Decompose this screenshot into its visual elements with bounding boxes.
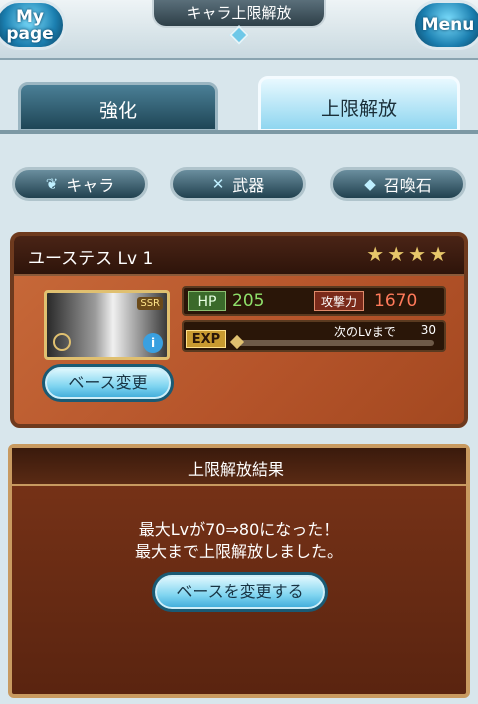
attack-value: 1670 <box>374 291 418 311</box>
exp-row: EXP 次のLvまで 30 <box>182 320 446 352</box>
hp-value: 205 <box>232 291 265 311</box>
tab-divider <box>0 130 478 134</box>
next-level-label: 次のLvまで <box>334 325 396 339</box>
result-title: 上限解放結果 <box>188 460 285 479</box>
filter-weapon-button[interactable]: ✕ 武器 <box>170 167 306 201</box>
element-icon <box>53 333 71 351</box>
result-panel-header: 上限解放結果 <box>12 448 466 486</box>
filter-weapon-label: 武器 <box>232 176 265 195</box>
crystal-icon: ◆ <box>364 175 376 193</box>
info-icon[interactable]: i <box>143 333 163 353</box>
character-name-level: ユーステス Lv 1 <box>28 249 154 269</box>
filter-character-label: キャラ <box>66 176 115 195</box>
result-message-line1: 最大Lvが70⇒80になった！ <box>138 520 340 539</box>
exp-bar-marker-icon <box>229 334 245 350</box>
filter-summon-button[interactable]: ◆ 召喚石 <box>330 167 466 201</box>
result-panel: 上限解放結果 最大Lvが70⇒80になった！ 最大まで上限解放しました。 ベース… <box>8 444 470 698</box>
crossed-swords-icon: ✕ <box>211 175 225 193</box>
result-message-line2: 最大まで上限解放しました。 <box>134 542 343 561</box>
menu-button[interactable]: Menu <box>412 0 478 50</box>
page-title: キャラ上限解放 <box>152 0 326 28</box>
filter-character-button[interactable]: ❦ キャラ <box>12 167 148 201</box>
attack-label: 攻撃力 <box>314 291 364 311</box>
stats-row: HP 205 攻撃力 1670 <box>182 286 446 316</box>
filter-summon-label: 召喚石 <box>383 176 432 195</box>
hp-label: HP <box>188 291 226 311</box>
base-change-button[interactable]: ベース変更 <box>42 364 174 402</box>
tab-enhance[interactable]: 強化 <box>18 82 218 132</box>
exp-bar <box>236 340 434 346</box>
character-card-header: ユーステス Lv 1 ★★★★ <box>14 236 464 276</box>
character-portrait[interactable]: SSR i <box>44 290 170 360</box>
wing-icon: ❦ <box>45 175 59 193</box>
mypage-button[interactable]: My page <box>0 0 66 50</box>
rarity-badge: SSR <box>137 297 163 310</box>
tab-limit-break[interactable]: 上限解放 <box>258 76 460 132</box>
uncap-stars: ★★★★ <box>366 242 450 266</box>
character-card: ユーステス Lv 1 ★★★★ SSR i HP 205 攻撃力 1670 EX… <box>10 232 468 428</box>
exp-label: EXP <box>186 330 226 348</box>
change-base-button[interactable]: ベースを変更する <box>152 572 328 612</box>
next-level-value: 30 <box>420 323 436 337</box>
